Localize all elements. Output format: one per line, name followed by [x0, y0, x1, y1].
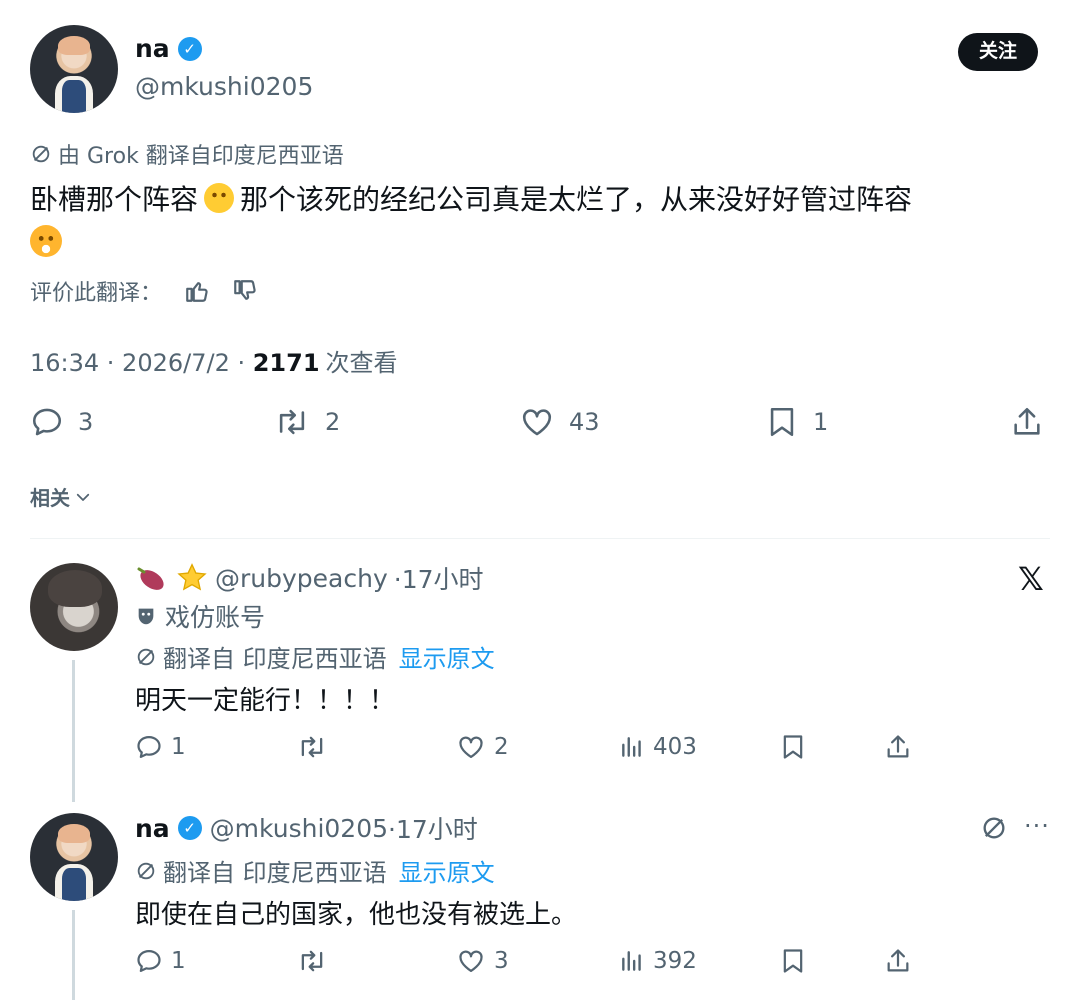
related-toggle[interactable]: 相关: [30, 482, 92, 511]
rate-translation-label: 评价此翻译：: [30, 281, 163, 306]
views-chart-icon: [619, 947, 645, 975]
verified-badge-icon: ✓: [177, 816, 202, 840]
show-original-link[interactable]: 显示原文: [399, 639, 495, 674]
reply-header: na ✓ @mkushi0205 ·17小时: [135, 810, 478, 846]
reply-avatar[interactable]: [30, 563, 118, 651]
reply-time[interactable]: ·17小时: [394, 560, 484, 596]
angry-face-emoji-icon: [30, 225, 62, 257]
share-icon: [1010, 405, 1044, 439]
reply-button[interactable]: 3: [30, 405, 93, 439]
reply-views-button[interactable]: 392: [619, 947, 697, 975]
like-icon: [456, 947, 486, 975]
thumbs-up-icon[interactable]: [184, 278, 210, 304]
post-text: 卧槽那个阵容 那个该死的经纪公司真是太烂了，从来没好好管过阵容: [30, 178, 1050, 266]
reply-like-button[interactable]: 2: [456, 733, 509, 761]
thread-line: [72, 660, 75, 802]
section-divider: [30, 538, 1050, 539]
translate-icon: [30, 143, 52, 165]
like-count: 43: [569, 408, 600, 436]
thumbs-down-icon[interactable]: [232, 278, 258, 304]
reply-handle[interactable]: @mkushi0205: [210, 814, 388, 843]
follow-button[interactable]: 关注: [958, 33, 1038, 71]
reply-reply-button[interactable]: 1: [135, 733, 186, 761]
view-count: 403: [653, 734, 697, 760]
translate-icon: [135, 646, 157, 668]
translate-toggle-button[interactable]: [980, 814, 1008, 846]
reply-translation-row: 翻译自 印度尼西亚语 显示原文: [135, 639, 495, 674]
like-icon: [519, 405, 555, 439]
reply-translation-row: 翻译自 印度尼西亚语 显示原文: [135, 853, 495, 888]
reply-header: @rubypeachy ·17小时: [135, 560, 484, 596]
reply-text: 即使在自己的国家，他也没有被选上。: [135, 900, 578, 930]
parody-label-row: 戏仿账号: [135, 598, 265, 634]
author-avatar[interactable]: [30, 25, 118, 113]
repost-button[interactable]: 2: [273, 405, 340, 439]
bookmark-count: 1: [813, 408, 829, 436]
post-text-part2: 那个该死的经纪公司真是太烂了，从来没好好管过阵容: [240, 183, 913, 216]
reply-bookmark-button[interactable]: [779, 733, 807, 761]
reply-share-button[interactable]: [884, 733, 912, 761]
like-icon: [456, 733, 486, 761]
like-count: 2: [494, 734, 509, 760]
chevron-down-icon: [74, 488, 92, 506]
post-text-part1: 卧槽那个阵容: [30, 183, 199, 216]
view-count: 2171: [252, 349, 320, 377]
repost-icon: [296, 947, 328, 975]
share-button[interactable]: [1010, 405, 1044, 439]
translate-icon: [135, 860, 157, 882]
x-logo-icon[interactable]: 𝕏: [1018, 560, 1044, 598]
translation-note-text: 由 Grok 翻译自印度尼西亚语: [58, 144, 344, 169]
author-name[interactable]: na: [135, 34, 170, 63]
reply-bookmark-button[interactable]: [779, 947, 807, 975]
rate-translation-row: 评价此翻译：: [30, 275, 258, 307]
bookmark-icon: [765, 405, 799, 439]
reply-like-button[interactable]: 3: [456, 947, 509, 975]
parody-label: 戏仿账号: [165, 603, 266, 632]
thread-line: [72, 910, 75, 1000]
author-handle[interactable]: @mkushi0205: [135, 72, 313, 101]
reply-icon: [135, 733, 163, 761]
verified-badge-icon: ✓: [177, 36, 202, 61]
reply-author-name[interactable]: na: [135, 814, 170, 843]
reply-icon: [30, 405, 64, 439]
translated-from: 翻译自 印度尼西亚语: [163, 645, 387, 673]
reply-avatar[interactable]: [30, 813, 118, 901]
reply-handle[interactable]: @rubypeachy: [215, 564, 388, 593]
reply-count: 1: [171, 948, 186, 974]
slightly-smiling-emoji-icon: [204, 183, 235, 213]
bookmark-icon: [779, 947, 807, 975]
show-original-link[interactable]: 显示原文: [399, 853, 495, 888]
post-time[interactable]: 16:34 · 2026/7/2 ·: [30, 349, 253, 377]
reply-repost-button[interactable]: [296, 947, 328, 975]
related-label: 相关: [30, 486, 70, 510]
reply-text: 明天一定能行！！！！: [135, 686, 396, 716]
mask-icon: [135, 605, 157, 627]
sweet-potato-icon: [135, 563, 169, 593]
view-count: 392: [653, 948, 697, 974]
post-meta: 16:34 · 2026/7/2 · 2171 次查看: [30, 343, 398, 378]
reply-reply-button[interactable]: 1: [135, 947, 186, 975]
more-options-icon[interactable]: ···: [1024, 812, 1050, 840]
translated-from: 翻译自 印度尼西亚语: [163, 859, 387, 887]
repost-icon: [273, 405, 311, 439]
reply-views-button[interactable]: 403: [619, 733, 697, 761]
reply-count: 1: [171, 734, 186, 760]
share-icon: [884, 733, 912, 761]
reply-share-button[interactable]: [884, 947, 912, 975]
translation-note: 由 Grok 翻译自印度尼西亚语: [30, 138, 344, 170]
repost-count: 2: [325, 408, 341, 436]
like-button[interactable]: 43: [519, 405, 600, 439]
share-icon: [884, 947, 912, 975]
reply-icon: [135, 947, 163, 975]
reply-time[interactable]: ·17小时: [388, 810, 478, 846]
reply-count: 3: [78, 408, 94, 436]
reply-repost-button[interactable]: [296, 733, 328, 761]
bookmark-button[interactable]: 1: [765, 405, 828, 439]
repost-icon: [296, 733, 328, 761]
star-icon: [175, 562, 209, 594]
like-count: 3: [494, 948, 509, 974]
bookmark-icon: [779, 733, 807, 761]
view-suffix: 次查看: [325, 349, 398, 377]
views-chart-icon: [619, 733, 645, 761]
